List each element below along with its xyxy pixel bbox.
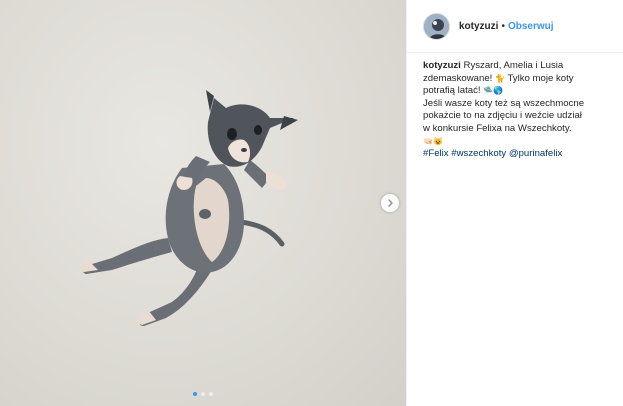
next-slide-button[interactable]	[381, 194, 399, 212]
hashtag-felix[interactable]: #Felix	[423, 148, 449, 159]
caption: kotyzuzi Ryszard, Amelia i Lusia zdemask…	[407, 53, 607, 161]
avatar-image	[424, 13, 449, 39]
hashtag-wszechkoty[interactable]: #wszechkoty	[451, 148, 506, 159]
mention-purinafelix[interactable]: @purinafelix	[509, 148, 562, 159]
caption-username[interactable]: kotyzuzi	[423, 60, 461, 71]
instagram-post: kotyzuzi • Obserwuj kotyzuzi Ryszard, Am…	[0, 0, 623, 406]
carousel-indicator	[0, 392, 406, 396]
carousel-dot-3	[209, 392, 213, 396]
username-link[interactable]: kotyzuzi	[459, 21, 498, 32]
separator: •	[501, 20, 505, 32]
ufo-earth-emoji: 🛸🌎	[483, 86, 504, 96]
carousel-dot-2	[201, 392, 205, 396]
avatar[interactable]	[423, 12, 450, 40]
flying-cat-photo	[79, 90, 298, 326]
post-header: kotyzuzi • Obserwuj	[407, 0, 623, 53]
caption-line-3: Jeśli wasze koty też są wszechmocne poka…	[423, 97, 585, 134]
header-text: kotyzuzi • Obserwuj	[459, 21, 554, 32]
chevron-right-icon	[388, 199, 393, 207]
follow-button[interactable]: Obserwuj	[508, 21, 554, 32]
cat-emoji: 🐈	[495, 73, 505, 83]
carousel-dot-1	[193, 392, 197, 396]
post-media[interactable]	[0, 0, 406, 406]
fist-cat-emoji: 🤜🏻😺	[423, 136, 443, 146]
post-sidebar: kotyzuzi • Obserwuj kotyzuzi Ryszard, Am…	[406, 0, 623, 406]
